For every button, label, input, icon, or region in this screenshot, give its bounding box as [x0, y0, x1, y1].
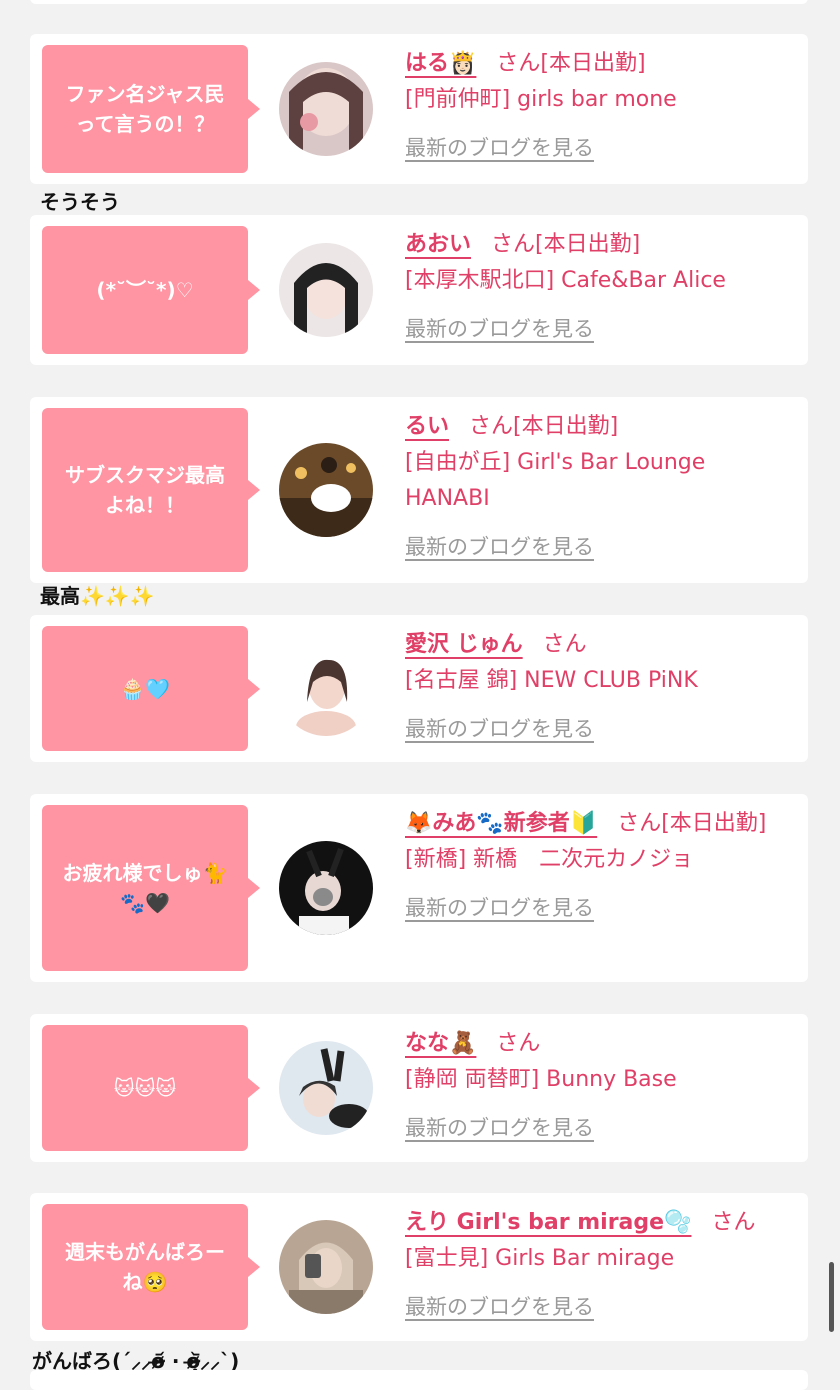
message-card: 週末もがんばろー ね🥺 えり Girl's bar mirage🫧 さん [富士見… — [30, 1193, 808, 1341]
cast-info: なな🧸 さん [静岡 両替町] Bunny Base 最新のブログを見る — [405, 1026, 788, 1146]
reply-text: そうそう — [40, 190, 120, 214]
avatar[interactable] — [279, 443, 373, 537]
cast-suffix: さん — [711, 1210, 756, 1235]
cast-suffix: さん[本日出勤] — [469, 414, 619, 439]
latest-blog-link[interactable]: 最新のブログを見る — [405, 311, 788, 347]
message-bubble: (*˘︶˘*)♡ — [42, 226, 260, 354]
shop-name: [名古屋 錦] NEW CLUB PiNK — [405, 668, 698, 693]
cast-name-link[interactable]: るい — [405, 414, 449, 439]
latest-blog-link[interactable]: 最新のブログを見る — [405, 711, 788, 747]
shop-name: [静岡 両替町] Bunny Base — [405, 1067, 677, 1092]
message-bubble: サブスクマジ最高 よね！！ — [42, 408, 260, 572]
cast-name-link[interactable]: はる👸🏻 — [405, 51, 476, 76]
shop-name: [門前仲町] girls bar mone — [405, 87, 677, 112]
message-card: (*˘︶˘*)♡ あおい さん[本日出勤] [本厚木駅北口] Cafe&Bar A… — [30, 215, 808, 365]
avatar[interactable] — [279, 243, 373, 337]
cast-info: るい さん[本日出勤] [自由が丘] Girl's Bar Lounge HANA… — [405, 409, 788, 565]
shop-name: [自由が丘] Girl's Bar Lounge HANABI — [405, 450, 706, 511]
shop-name: [新橋] 新橋 二次元カノジョ — [405, 847, 694, 872]
cast-suffix: さん[本日出勤] — [617, 811, 767, 836]
message-card: 🧁🩵 愛沢 じゅん さん [名古屋 錦] NEW CLUB PiNK 最新のブログ… — [30, 615, 808, 762]
message-bubble: お疲れ様でしゅ🐈 🐾🖤 — [42, 805, 260, 971]
message-card: お疲れ様でしゅ🐈 🐾🖤 🦊みあ🐾新参者🔰 さん[本日出勤] [新橋] 新橋 二次元… — [30, 794, 808, 982]
message-bubble: 週末もがんばろー ね🥺 — [42, 1204, 260, 1330]
avatar[interactable] — [279, 642, 373, 736]
shop-name: [富士見] Girls Bar mirage — [405, 1246, 675, 1271]
cast-suffix: さん[本日出勤] — [491, 232, 641, 257]
latest-blog-link[interactable]: 最新のブログを見る — [405, 130, 788, 166]
avatar[interactable] — [279, 841, 373, 935]
reply-text: 最高✨✨✨ — [40, 584, 155, 608]
cast-info: はる👸🏻 さん[本日出勤] [門前仲町] girls bar mone 最新のブロ… — [405, 46, 788, 166]
message-bubble: 🐱🐱🐱 — [42, 1025, 260, 1151]
message-card: サブスクマジ最高 よね！！ るい さん[本日出勤] [自由が丘] Girl's B… — [30, 397, 808, 583]
shop-name: [本厚木駅北口] Cafe&Bar Alice — [405, 268, 726, 293]
avatar[interactable] — [279, 1041, 373, 1135]
latest-blog-link[interactable]: 最新のブログを見る — [405, 1289, 788, 1325]
latest-blog-link[interactable]: 最新のブログを見る — [405, 529, 788, 565]
scrollbar[interactable] — [829, 1262, 834, 1332]
cast-suffix: さん[本日出勤] — [496, 51, 646, 76]
cast-suffix: さん — [496, 1031, 541, 1056]
message-bubble: ファン名ジャス民 って言うの！？ — [42, 45, 260, 173]
latest-blog-link[interactable]: 最新のブログを見る — [405, 890, 788, 926]
avatar[interactable] — [279, 62, 373, 156]
cast-name-link[interactable]: えり Girl's bar mirage🫧 — [405, 1210, 691, 1235]
cast-info: あおい さん[本日出勤] [本厚木駅北口] Cafe&Bar Alice 最新のブ… — [405, 227, 788, 347]
message-card: 🐱🐱🐱 なな🧸 さん [静岡 両替町] Bunny Base 最新のブログを見る — [30, 1014, 808, 1162]
message-bubble: 🧁🩵 — [42, 626, 260, 751]
cast-info: 🦊みあ🐾新参者🔰 さん[本日出勤] [新橋] 新橋 二次元カノジョ 最新のブログを… — [405, 806, 788, 926]
cast-name-link[interactable]: 🦊みあ🐾新参者🔰 — [405, 811, 597, 836]
cast-name-link[interactable]: 愛沢 じゅん — [405, 632, 523, 657]
avatar[interactable] — [279, 1220, 373, 1314]
previous-card — [30, 0, 808, 4]
next-card — [30, 1370, 808, 1390]
latest-blog-link[interactable]: 最新のブログを見る — [405, 1110, 788, 1146]
cast-name-link[interactable]: なな🧸 — [405, 1031, 476, 1056]
cast-suffix: さん — [542, 632, 587, 657]
cast-info: えり Girl's bar mirage🫧 さん [富士見] Girls Bar … — [405, 1205, 788, 1325]
cast-name-link[interactable]: あおい — [405, 232, 471, 257]
cast-info: 愛沢 じゅん さん [名古屋 錦] NEW CLUB PiNK 最新のブログを見る — [405, 627, 788, 747]
message-card: ファン名ジャス民 って言うの！？ はる👸🏻 さん[本日出勤] [門前仲町] gir… — [30, 34, 808, 184]
